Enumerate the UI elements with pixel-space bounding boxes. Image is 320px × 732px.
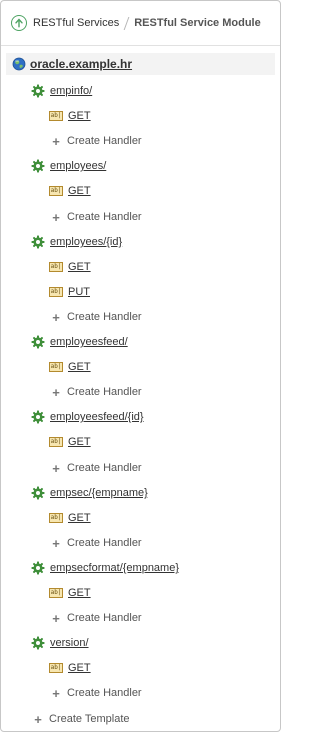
template-uri-link[interactable]: version/	[50, 637, 89, 649]
create-handler-button[interactable]: + Create Handler	[51, 609, 142, 627]
create-handler-label: Create Handler	[67, 537, 142, 549]
text-field-icon: ab|	[49, 262, 63, 272]
handler-row[interactable]: ab| GET	[49, 659, 91, 677]
handler-row[interactable]: ab| GET	[49, 258, 91, 276]
handler-row[interactable]: ab| GET	[49, 182, 91, 200]
handler-method-link[interactable]: GET	[68, 261, 91, 273]
breadcrumb: RESTful Services RESTful Service Module	[1, 1, 280, 46]
plus-icon: +	[34, 711, 42, 727]
text-field-icon: ab|	[49, 437, 63, 447]
create-handler-button[interactable]: + Create Handler	[51, 132, 142, 150]
create-handler-label: Create Handler	[67, 687, 142, 699]
gear-icon	[31, 335, 45, 349]
text-field-icon: ab|	[49, 186, 63, 196]
rest-services-tree-panel: RESTful Services RESTful Service Module …	[0, 0, 281, 732]
create-handler-button[interactable]: + Create Handler	[51, 383, 142, 401]
handler-method-link[interactable]: GET	[68, 436, 91, 448]
template-uri-link[interactable]: empinfo/	[50, 85, 92, 97]
handler-row[interactable]: ab| GET	[49, 433, 91, 451]
gear-icon	[31, 235, 45, 249]
text-field-icon: ab|	[49, 513, 63, 523]
template-row[interactable]: empinfo/	[31, 82, 92, 100]
module-name-link[interactable]: oracle.example.hr	[30, 57, 132, 71]
handler-row[interactable]: ab| GET	[49, 584, 91, 602]
text-field-icon: ab|	[49, 287, 63, 297]
template-row[interactable]: employees/	[31, 157, 106, 175]
handler-method-link[interactable]: PUT	[68, 286, 90, 298]
handler-method-link[interactable]: GET	[68, 361, 91, 373]
template-uri-link[interactable]: employees/	[50, 160, 106, 172]
globe-icon	[12, 57, 26, 71]
plus-icon: +	[52, 309, 60, 325]
create-handler-label: Create Handler	[67, 462, 142, 474]
text-field-icon: ab|	[49, 588, 63, 598]
plus-icon: +	[52, 460, 60, 476]
gear-icon	[31, 84, 45, 98]
template-row[interactable]: employeesfeed/	[31, 333, 128, 351]
create-handler-label: Create Handler	[67, 211, 142, 223]
module-row[interactable]: oracle.example.hr	[6, 53, 275, 75]
create-handler-label: Create Handler	[67, 612, 142, 624]
plus-icon: +	[52, 610, 60, 626]
gear-icon	[31, 410, 45, 424]
handler-row[interactable]: ab| GET	[49, 358, 91, 376]
plus-icon: +	[52, 209, 60, 225]
template-row[interactable]: employees/{id}	[31, 233, 122, 251]
create-handler-button[interactable]: + Create Handler	[51, 308, 142, 326]
create-handler-button[interactable]: + Create Handler	[51, 684, 142, 702]
handler-method-link[interactable]: GET	[68, 110, 91, 122]
create-template-label: Create Template	[49, 713, 130, 725]
breadcrumb-item-current: RESTful Service Module	[134, 17, 261, 29]
breadcrumb-separator	[123, 16, 130, 30]
plus-icon: +	[52, 133, 60, 149]
template-uri-link[interactable]: empsec/{empname}	[50, 487, 148, 499]
plus-icon: +	[52, 685, 60, 701]
template-uri-link[interactable]: empsecformat/{empname}	[50, 562, 179, 574]
template-uri-link[interactable]: employeesfeed/	[50, 336, 128, 348]
breadcrumb-item-restful-services[interactable]: RESTful Services	[33, 17, 119, 29]
handler-method-link[interactable]: GET	[68, 185, 91, 197]
text-field-icon: ab|	[49, 362, 63, 372]
gear-icon	[31, 486, 45, 500]
create-template-button[interactable]: + Create Template	[33, 710, 130, 728]
create-handler-label: Create Handler	[67, 386, 142, 398]
create-handler-button[interactable]: + Create Handler	[51, 459, 142, 477]
create-handler-button[interactable]: + Create Handler	[51, 208, 142, 226]
text-field-icon: ab|	[49, 111, 63, 121]
handler-method-link[interactable]: GET	[68, 662, 91, 674]
create-handler-label: Create Handler	[67, 311, 142, 323]
template-uri-link[interactable]: employees/{id}	[50, 236, 122, 248]
gear-icon	[31, 561, 45, 575]
handler-method-link[interactable]: GET	[68, 512, 91, 524]
handler-method-link[interactable]: GET	[68, 587, 91, 599]
plus-icon: +	[52, 384, 60, 400]
handler-row[interactable]: ab| PUT	[49, 283, 90, 301]
template-row[interactable]: empsec/{empname}	[31, 484, 148, 502]
gear-icon	[31, 159, 45, 173]
template-row[interactable]: employeesfeed/{id}	[31, 408, 144, 426]
template-uri-link[interactable]: employeesfeed/{id}	[50, 411, 144, 423]
create-handler-label: Create Handler	[67, 135, 142, 147]
handler-row[interactable]: ab| GET	[49, 509, 91, 527]
template-row[interactable]: empsecformat/{empname}	[31, 559, 179, 577]
handler-row[interactable]: ab| GET	[49, 107, 91, 125]
text-field-icon: ab|	[49, 663, 63, 673]
plus-icon: +	[52, 535, 60, 551]
gear-icon	[31, 636, 45, 650]
navigate-up-button[interactable]	[11, 15, 27, 31]
create-handler-button[interactable]: + Create Handler	[51, 534, 142, 552]
template-row[interactable]: version/	[31, 634, 89, 652]
up-arrow-circle-icon	[15, 18, 23, 28]
